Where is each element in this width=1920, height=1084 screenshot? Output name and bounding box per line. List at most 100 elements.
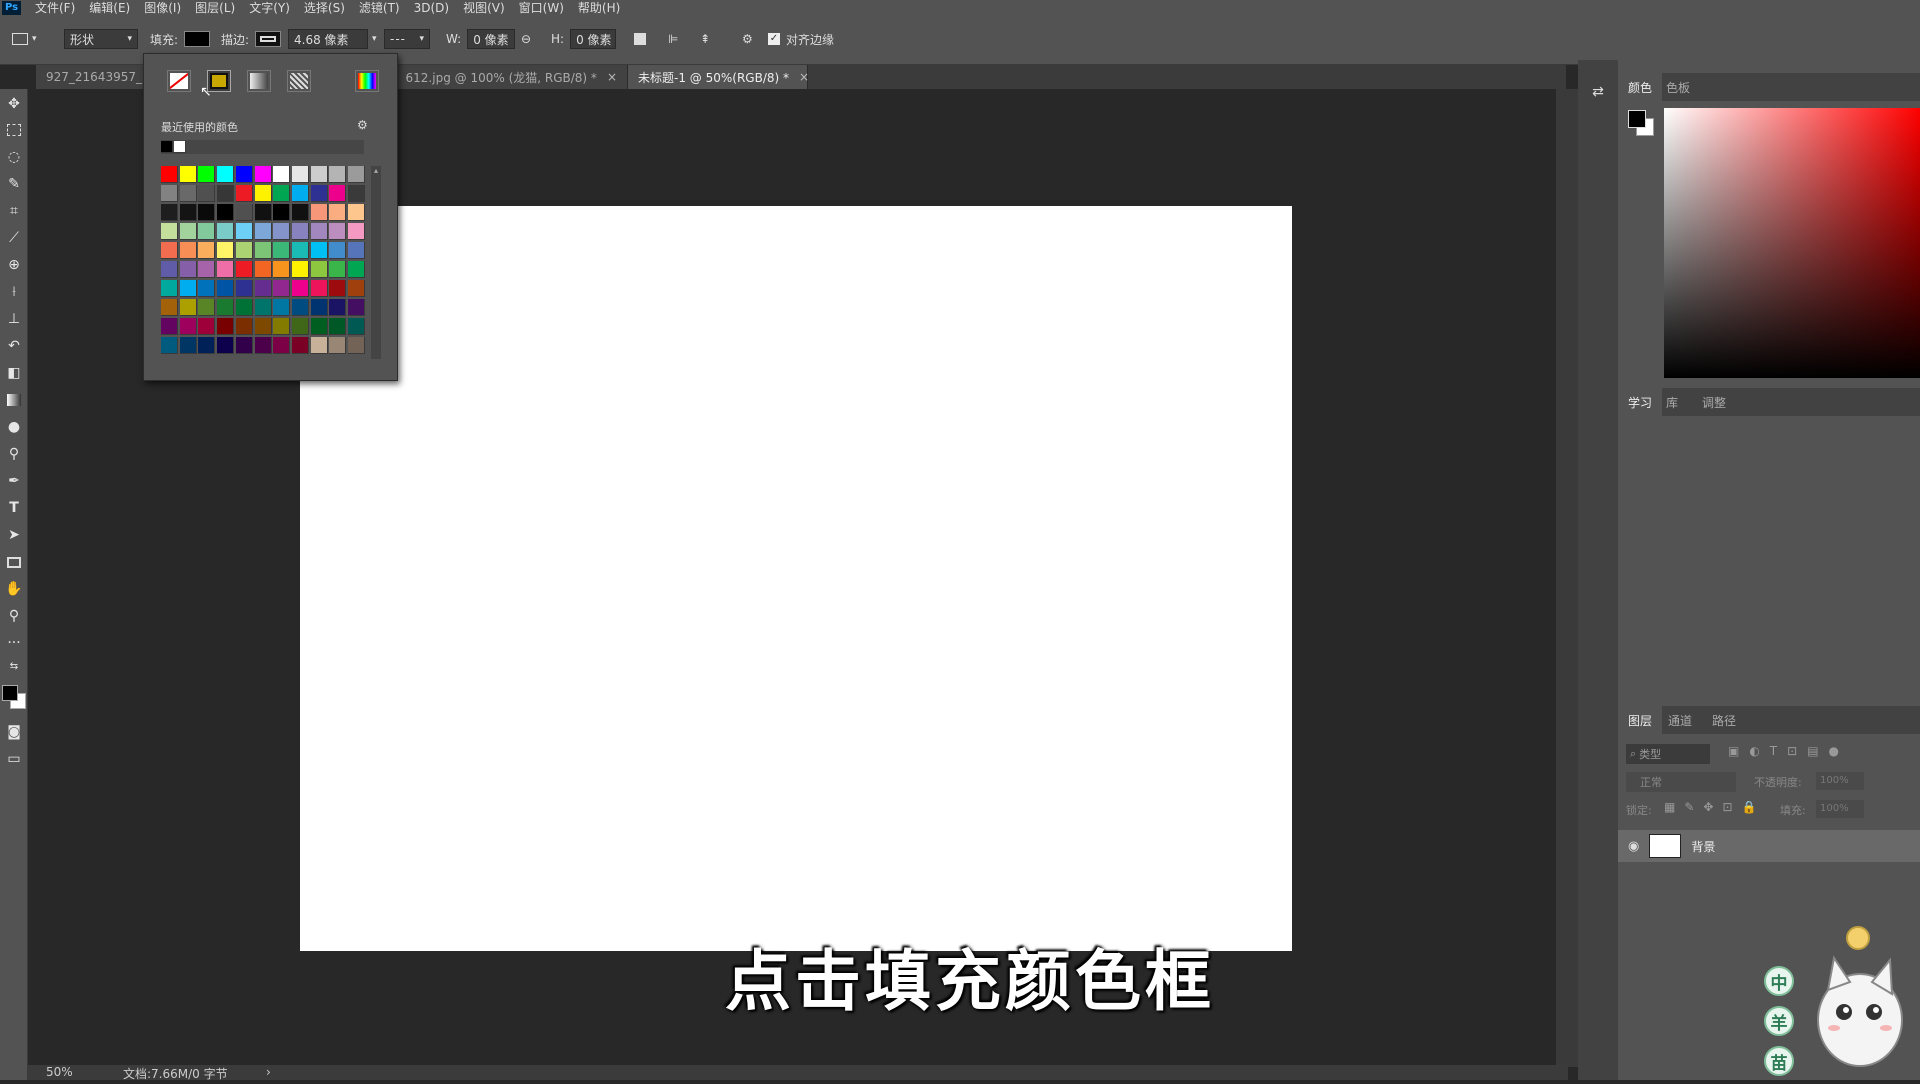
color-swatch[interactable] [179,204,197,221]
tab-document-3[interactable]: 未标题-1 @ 50%(RGB/8) * × [628,65,809,89]
color-swatch[interactable] [217,204,235,221]
tab-document-1[interactable]: 927_21643957_ [36,65,146,89]
color-swatch[interactable] [254,299,272,316]
color-swatch[interactable] [310,185,328,202]
recent-color-swatch[interactable] [174,141,186,153]
color-swatch[interactable] [161,185,178,202]
color-swatch[interactable] [348,242,365,259]
color-swatch[interactable] [348,280,365,297]
stroke-width-input[interactable]: 4.68 像素 [288,29,368,49]
color-swatch[interactable] [235,280,253,297]
color-swatch[interactable] [291,318,309,335]
fill-color-box[interactable] [184,31,211,47]
color-picker-button[interactable] [355,70,379,92]
color-swatch[interactable] [329,166,347,183]
color-swatch[interactable] [179,337,197,354]
path-arrangement-icon[interactable]: ⇞ [700,29,710,49]
menu-3d[interactable]: 3D(D) [414,1,449,15]
tab-layers[interactable]: 图层 [1618,706,1663,734]
color-swatch[interactable] [179,318,197,335]
color-swatch[interactable] [254,337,272,354]
more-tools-icon[interactable]: ··· [3,632,25,654]
color-swatch[interactable] [217,166,235,183]
rectangle-tool-icon[interactable] [3,551,25,573]
move-tool-icon[interactable]: ✥ [3,93,25,115]
color-swatch[interactable] [348,318,365,335]
tool-preset-picker[interactable]: ▾ [12,29,37,49]
color-swatch[interactable] [273,185,291,202]
color-swatch[interactable] [235,337,253,354]
color-swatch[interactable] [310,242,328,259]
color-swatch[interactable] [161,204,178,221]
color-swatch[interactable] [291,204,309,221]
color-swatch[interactable] [179,280,197,297]
tool-mode-select[interactable]: 形状 ▾ [64,29,138,49]
color-swatch[interactable] [161,242,178,259]
menu-help[interactable]: 帮助(H) [578,0,620,16]
color-swatch[interactable] [291,242,309,259]
stroke-type-select[interactable]: --- ▾ [384,29,430,49]
history-brush-tool-icon[interactable]: ↶ [3,335,25,357]
eyedropper-tool-icon[interactable]: ⟋ [3,227,25,249]
color-swatch[interactable] [161,223,178,240]
tab-swatches[interactable]: 色板 [1656,73,1700,101]
brush-tool-icon[interactable]: ⟊ [3,281,25,303]
color-swatch[interactable] [198,280,216,297]
color-swatch[interactable] [291,261,309,278]
color-swatch[interactable] [179,185,197,202]
color-swatch[interactable] [329,223,347,240]
color-swatch[interactable] [235,242,253,259]
color-swatch[interactable] [291,337,309,354]
width-input[interactable]: 0 像素 [467,29,516,49]
color-swatch[interactable] [217,185,235,202]
menu-file[interactable]: 文件(F) [35,0,75,16]
menu-select[interactable]: 选择(S) [304,0,345,16]
color-swatch[interactable] [254,261,272,278]
dodge-tool-icon[interactable]: ⚲ [3,443,25,465]
layer-row[interactable]: ◉ 背景 [1618,830,1920,862]
color-swatch[interactable] [310,223,328,240]
color-swatch[interactable] [179,166,197,183]
color-swatch[interactable] [161,261,178,278]
chevron-up-icon[interactable]: ▴ [371,166,381,175]
color-swatch[interactable] [161,280,178,297]
color-swatch[interactable] [161,318,178,335]
color-swatch[interactable] [254,185,272,202]
vertical-scrollbar[interactable] [1556,89,1578,1067]
color-swatch[interactable] [254,204,272,221]
tab-libraries[interactable]: 库 [1656,388,1688,416]
color-swatch[interactable] [348,337,365,354]
swatch-scrollbar[interactable]: ▴ [371,166,381,359]
zoom-level[interactable]: 50% [46,1065,73,1079]
tab-paths[interactable]: 路径 [1702,706,1746,734]
color-swatch[interactable] [254,242,272,259]
color-swatch[interactable] [161,299,178,316]
menu-window[interactable]: 窗口(W) [519,0,564,16]
no-color-button[interactable] [167,70,191,92]
color-swatch[interactable] [161,337,178,354]
color-swatch[interactable] [310,280,328,297]
color-swatch[interactable] [348,261,365,278]
color-swatch[interactable] [291,223,309,240]
link-icon[interactable]: ⊖ [521,29,531,49]
color-swatch[interactable] [235,204,253,221]
color-swatch[interactable] [198,166,216,183]
color-swatch[interactable] [291,280,309,297]
blur-tool-icon[interactable]: ● [3,416,25,438]
quick-selection-tool-icon[interactable]: ✎ [3,173,25,195]
align-edges-checkbox[interactable]: ✓ 对齐边缘 [768,29,834,49]
tab-channels[interactable]: 通道 [1658,706,1702,734]
color-swatch[interactable] [235,261,253,278]
height-input[interactable]: 0 像素 [570,29,617,49]
color-swatch[interactable] [310,299,328,316]
eraser-tool-icon[interactable]: ◧ [3,362,25,384]
color-swatch[interactable] [329,204,347,221]
color-swatch[interactable] [310,166,328,183]
lasso-tool-icon[interactable]: ◌ [3,146,25,168]
recent-color-swatch[interactable] [161,141,173,153]
color-swatch[interactable] [198,185,216,202]
close-icon[interactable]: × [799,70,809,84]
color-swatch[interactable] [235,166,253,183]
menu-layer[interactable]: 图层(L) [195,0,235,16]
blend-mode-select[interactable]: 正常 [1626,772,1736,792]
